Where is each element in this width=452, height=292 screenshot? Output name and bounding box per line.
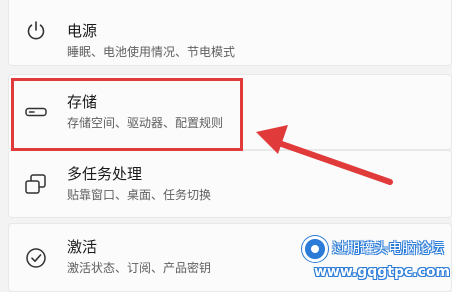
watermark-logo-icon xyxy=(302,236,328,262)
pointer-arrow-icon xyxy=(256,125,393,185)
settings-item-description: 睡眠、电池使用情况、节电模式 xyxy=(67,45,236,59)
multitasking-icon xyxy=(23,171,49,197)
settings-item-description: 存储空间、驱动器、配置规则 xyxy=(67,116,224,130)
settings-item-title: 存储 xyxy=(67,93,98,111)
activation-check-icon xyxy=(23,245,49,271)
settings-item-title: 电源 xyxy=(67,22,98,40)
settings-item-title: 激活 xyxy=(67,238,98,256)
power-icon xyxy=(23,17,49,43)
settings-item-description: 贴靠窗口、桌面、任务切换 xyxy=(67,188,212,202)
watermark-url: www.gqgtpc.com xyxy=(314,264,451,280)
storage-drive-icon xyxy=(23,99,49,125)
site-watermark: 过期罐头电脑论坛 www.gqgtpc.com xyxy=(300,232,450,288)
settings-item-description: 激活状态、订阅、产品密钥 xyxy=(67,261,212,275)
settings-item-title: 多任务处理 xyxy=(67,165,143,183)
watermark-site-name: 过期罐头电脑论坛 xyxy=(332,241,444,257)
settings-item-power[interactable]: 电源 睡眠、电池使用情况、节电模式 xyxy=(8,0,452,66)
